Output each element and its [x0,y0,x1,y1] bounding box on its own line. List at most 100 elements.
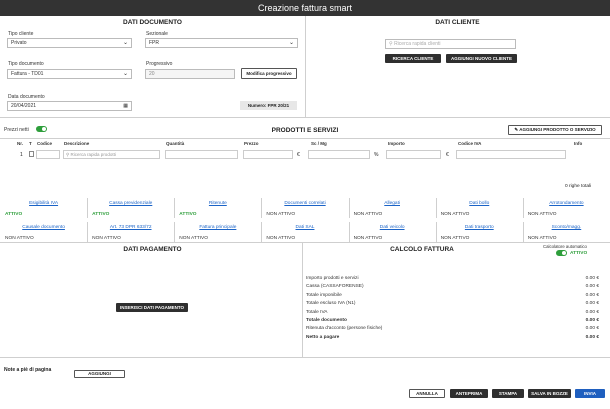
prezzi-netti-toggle[interactable] [36,126,47,132]
opzione-link[interactable]: Dati veicolo [349,225,436,230]
calcolo-row-label: Ritenuta d'acconto (persone fisiche) [306,326,383,332]
calcolo-row-value: 0.00 € [585,301,599,307]
opzione-status: NON ATTIVO [440,236,470,241]
tipo-documento-label: Tipo documento [8,61,44,67]
opzione-link[interactable]: Sconto/magg. [523,225,610,230]
opzione-status: NON ATTIVO [179,236,208,241]
data-documento-input[interactable]: 20/04/2021 ▦ [7,101,132,111]
descrizione-placeholder: Ricerca rapida prodotti [70,152,116,157]
modifica-progressivo-button[interactable]: Modifica progressivo [241,68,297,79]
data-documento-value: 20/04/2021 [11,103,37,109]
quantita-input[interactable] [165,150,238,159]
opzione-status: ATTIVO [179,212,197,217]
section-divider [0,357,610,358]
opzione-divider [87,222,89,242]
prodotti-heading: PRODOTTI E SERVIZI [271,127,339,134]
opzione-link[interactable]: Fattura principale [174,225,261,230]
calcolo-row-label: Totale escluso IVA (N1) [306,301,356,307]
calcolatore-toggle[interactable] [556,250,567,256]
dati-documento-heading: DATI DOCUMENTO [123,19,182,26]
table-divider [0,138,610,139]
opzione-status: ATTIVO [5,212,23,217]
aggiungi-cliente-button[interactable]: AGGIUNGI NUOVO CLIENTE [446,54,517,63]
calcolo-row-label: Netto a pagare [306,334,340,340]
sezionale-select[interactable]: FPR ⌄ [145,38,298,48]
codice-input[interactable] [36,150,60,159]
tipo-documento-select[interactable]: Fattura - TD01 ⌄ [7,69,132,79]
calcolo-row-value: 0.00 € [585,276,599,281]
calcolo-row-value: 0.00 € [585,326,599,332]
opzione-divider [87,198,89,218]
col-info: Info [574,141,583,146]
progressivo-input[interactable]: 20 [145,69,235,79]
calcolatore-label: Calcolatore automatico [543,244,587,249]
opzione-link[interactable]: Dati bollo [436,201,523,206]
col-descrizione: Descrizione [64,141,90,146]
opzione-link[interactable]: Esigibilità IVA [0,201,87,206]
inserisci-pagamento-button[interactable]: INSERISCI DATI PAGAMENTO [116,303,188,312]
opzione-link[interactable]: Allegati [349,201,436,206]
codice-iva-input[interactable] [456,150,566,159]
note-label: Note a piè di pagina [4,367,52,373]
annulla-button[interactable]: ANNULLA [409,389,445,398]
opzione-link[interactable]: Documenti correlati [261,201,348,206]
opzione-status: NON ATTIVO [527,236,557,241]
cliente-search-placeholder: Ricerca rapida clienti [394,41,441,47]
chevron-down-icon: ⌄ [288,40,294,46]
opzione-status: NON ATTIVO [266,212,296,217]
prezzo-input[interactable] [243,150,293,159]
opzione-link[interactable]: Cassa previdenziale [87,201,174,206]
row-checkbox[interactable] [29,151,34,157]
opzione-status: NON ATTIVO [353,212,383,217]
opzione-status: NON ATTIVO [92,236,121,241]
section-divider [305,16,306,117]
opzione-divider [261,222,263,242]
calendar-icon[interactable]: ▦ [123,102,128,110]
section-divider [0,117,610,118]
sconto-input[interactable] [308,150,370,159]
row-nr: 1 [20,152,23,158]
salva-bozze-button[interactable]: SALVA IN BOZZE [528,389,571,398]
aggiungi-note-button[interactable]: AGGIUNGI [74,370,125,378]
opzione-divider [174,222,176,242]
section-divider [302,242,303,357]
cliente-search-input[interactable]: ⚲ Ricerca rapida clienti [385,39,516,49]
invia-button[interactable]: INVIA [575,389,605,398]
opzione-link[interactable]: Dati trasporto [436,225,523,230]
chevron-down-icon: ⌄ [122,71,128,77]
opzione-link[interactable]: Dati SAL [261,225,348,230]
euro-sign: € [297,152,300,158]
aggiungi-prodotto-button[interactable]: ✎ AGGIUNGI PRODOTTO O SERVIZIO [508,125,602,135]
importo-input[interactable] [386,150,441,159]
tipo-cliente-select[interactable]: Privato ⌄ [7,38,132,48]
stampa-button[interactable]: STAMPA [492,389,524,398]
dati-cliente-heading: DATI CLIENTE [435,19,480,26]
opzione-divider [174,198,176,218]
col-t: T [29,141,32,146]
chevron-down-icon: ⌄ [122,40,128,46]
col-sc-mg: Sc / Mg [311,141,327,146]
opzione-divider [435,198,437,218]
opzioni-grid: Esigibilità IVA ATTIVO Cassa previdenziale… [0,196,610,242]
calcolo-row-label: Cassa (CASSAFORENSE) [306,284,364,290]
tipo-cliente-label: Tipo cliente [8,31,34,37]
calcolo-row-value: 0.00 € [585,318,599,323]
section-divider [0,242,610,243]
opzione-divider [261,198,263,218]
tipo-documento-value: Fattura - TD01 [11,71,44,77]
opzione-link[interactable]: Art. 73 DPR 633/72 [87,225,174,230]
opzione-divider [522,222,524,242]
col-importo: Importo [388,141,405,146]
anteprima-button[interactable]: ANTEPRIMA [450,389,488,398]
calcolo-row-value: 0.00 € [585,292,599,298]
opzione-link[interactable]: Ritenute [174,201,261,206]
righe-totali: 0 righe totali [565,184,592,189]
opzione-link[interactable]: Causale documento [0,225,87,230]
opzione-status: NON ATTIVO [5,236,34,241]
opzione-status: NON ATTIVO [440,212,470,217]
opzione-status: NON ATTIVO [353,236,383,241]
ricerca-cliente-button[interactable]: RICERCA CLIENTE [385,54,441,63]
dati-pagamento-heading: DATI PAGAMENTO [123,246,182,253]
descrizione-input[interactable]: ⚲ Ricerca rapida prodotti [63,150,160,159]
opzione-link[interactable]: Arrotondamento [523,201,610,206]
